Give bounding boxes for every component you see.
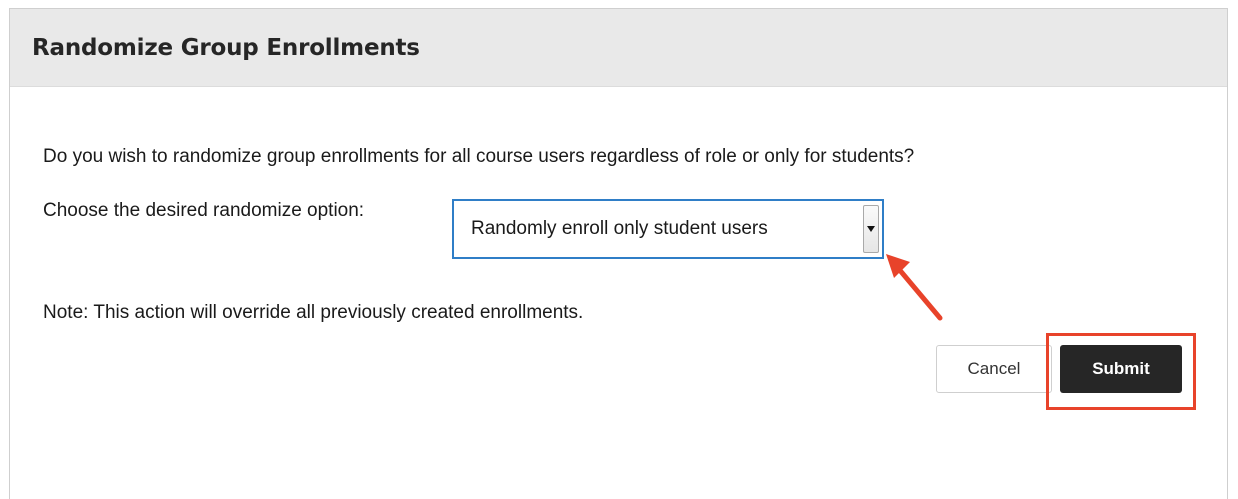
triangle-down-icon: [867, 226, 875, 232]
option-row: Choose the desired randomize option:: [43, 200, 364, 222]
option-label: Choose the desired randomize option:: [43, 200, 365, 221]
randomize-option-select[interactable]: Randomly enroll only student users: [452, 199, 884, 259]
submit-button[interactable]: Submit: [1060, 345, 1182, 393]
dialog-header: Randomize Group Enrollments: [10, 9, 1227, 87]
select-value: Randomly enroll only student users: [471, 218, 768, 239]
note-text: Note: This action will override all prev…: [43, 302, 584, 323]
cancel-button[interactable]: Cancel: [936, 345, 1052, 393]
question-text: Do you wish to randomize group enrollmen…: [43, 146, 915, 167]
select-dropdown-button[interactable]: [863, 205, 879, 253]
dialog-title: Randomize Group Enrollments: [32, 34, 420, 61]
